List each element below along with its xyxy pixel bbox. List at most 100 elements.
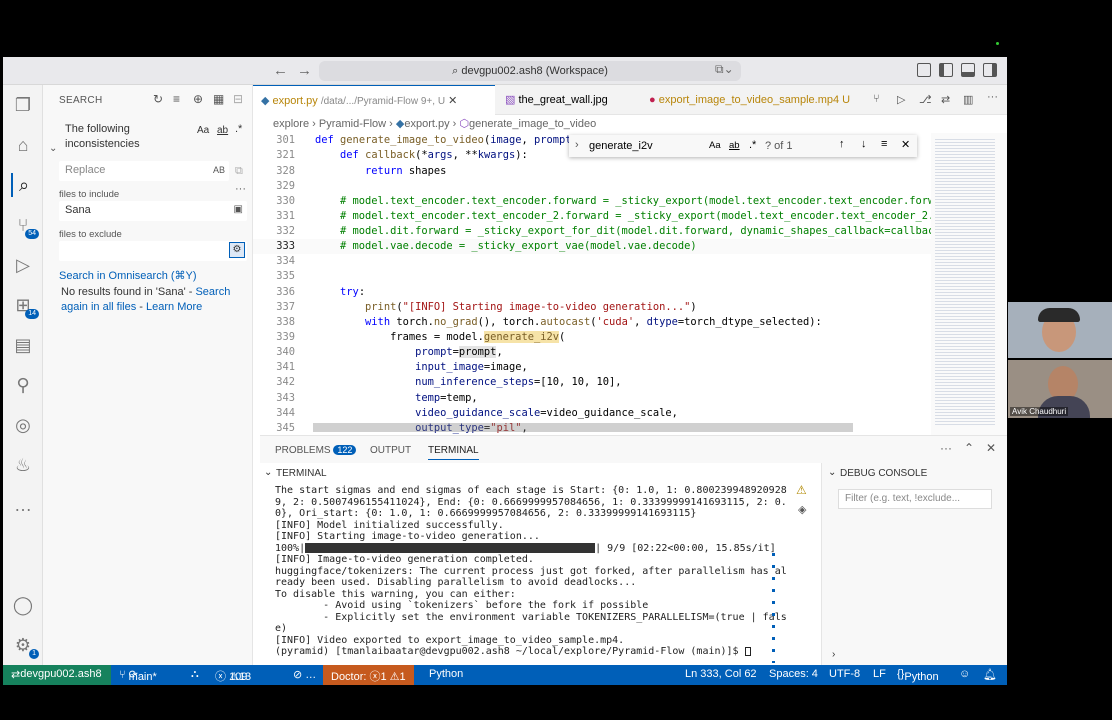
find-in-selection-icon[interactable]: ≡ [881,138,887,150]
feedback-icon[interactable]: ☺ [959,668,970,680]
breadcrumb: explore › Pyramid-Flow › ◆export.py › ⬡g… [253,115,1007,133]
breadcrumb-item[interactable]: Pyramid-Flow [319,118,386,130]
files-exclude-input[interactable]: ⚙ [59,241,247,261]
copilot-icon[interactable]: ⧉⌄ [715,62,734,77]
copilot-icon[interactable]: ◎ [11,413,35,437]
regex-icon[interactable]: .* [235,122,242,137]
command-center[interactable]: ⌕ devgpu002.ash8 (Workspace) [319,61,741,81]
more-actions-icon[interactable]: ··· [987,91,998,103]
doctor-indicator[interactable]: Doctor: ⓧ1 ⚠1 [323,665,414,685]
match-word-icon[interactable]: ab [729,140,740,151]
files-include-input[interactable]: Sana ▣ [59,201,247,221]
find-input[interactable]: generate_i2v [589,140,653,152]
previous-match-icon[interactable]: ↑ [839,138,845,150]
chevron-right-icon[interactable]: › [575,139,579,151]
source-control-icon[interactable]: ⑂ 54 [11,213,39,239]
branch-indicator[interactable]: ⑂ main* ⟳ [119,668,157,683]
tree-icon[interactable]: ⚲ [11,373,35,397]
match-case-icon[interactable]: Aa [709,140,721,151]
code-editor[interactable]: 301 def generate_image_to_video(image, pr… [253,133,933,435]
cursor-position[interactable]: Ln 333, Col 62 [685,668,757,680]
notification-icon[interactable]: ⊘ … [293,668,316,681]
notebook-icon[interactable]: ▤ [11,333,35,357]
open-editors-only-icon[interactable]: ▣ [234,204,243,215]
line-number: 342 [276,376,295,388]
breadcrumb-item[interactable]: generate_image_to_video [469,118,596,130]
match-case-icon[interactable]: Aa [197,123,209,138]
terminal-tool-icon[interactable]: ◈ [798,503,806,516]
chevron-down-icon[interactable]: ⌄ [264,467,272,478]
problems-indicator[interactable]: ⓧ 109 ⚠ 13 [215,668,251,684]
chevron-down-icon[interactable]: ⌄ [828,467,836,478]
debug-filter-input[interactable]: Filter (e.g. text, !exclude... [838,489,992,509]
close-icon[interactable]: ✕ [901,138,910,151]
debug-icon[interactable]: ⎇ [919,93,932,106]
preserve-case-icon[interactable]: AB [213,165,225,175]
editor-tabs: ◆ export.py /data/.../Pyramid-Flow 9+, U… [253,85,1007,115]
language-mode[interactable]: {} Python [897,668,939,683]
maximize-panel-icon[interactable]: ⌃ [964,441,974,455]
collapse-all-icon[interactable]: ⊟ [233,92,243,106]
tab-great-wall-jpg[interactable]: ▧ the_great_wall.jpg [497,85,616,115]
customize-layout-icon[interactable] [917,63,931,77]
tab-export-mp4[interactable]: ● export_image_to_video_sample.mp4 U [641,85,858,115]
extensions-icon[interactable]: ⊞ 14 [11,293,39,319]
toggle-secondary-sidebar-icon[interactable] [983,63,997,77]
flame-icon[interactable]: ♨ [11,453,35,477]
line-number: 333 [276,240,295,252]
horizontal-scrollbar[interactable] [313,423,853,432]
more-icon[interactable]: … [11,493,35,517]
settings-gear-icon[interactable]: ⚙ 1 [11,633,39,659]
toggle-panel-icon[interactable] [961,63,975,77]
chevron-down-icon[interactable]: ⌄ [49,143,57,154]
remote-indicator[interactable]: ⇄ devgpu002.ash8 [3,665,111,685]
learn-more-link[interactable]: Learn More [146,301,202,313]
next-match-icon[interactable]: ↓ [861,138,867,150]
warning-icon[interactable]: ⚠ [796,483,807,497]
close-icon[interactable]: ✕ [986,441,996,455]
tab-export-py[interactable]: ◆ export.py /data/.../Pyramid-Flow 9+, U… [253,85,495,115]
replace-input[interactable]: Replace AB [59,161,229,181]
back-arrow-icon[interactable]: ← [273,62,288,79]
end-of-line[interactable]: LF [873,668,886,680]
home-icon[interactable]: ⌂ [11,133,35,157]
minimap[interactable] [931,133,1007,435]
omnisearch-link[interactable]: Search in Omnisearch (⌘Y) [59,269,197,282]
terminal-panel[interactable]: ⌄ TERMINAL The start sigmas and end sigm… [260,463,820,665]
explorer-icon[interactable]: ❐ [11,93,35,117]
account-icon[interactable]: ◯ [11,593,35,617]
close-icon[interactable]: ✕ [448,95,457,107]
use-exclude-settings-icon[interactable]: ⚙ [229,242,245,258]
indentation[interactable]: Spaces: 4 [769,668,818,680]
open-changes-icon[interactable]: ⇄ [941,93,950,106]
regex-icon[interactable]: .* [749,139,756,151]
match-word-icon[interactable]: ab [217,123,228,138]
ellipsis-icon[interactable]: ··· [235,183,246,195]
breadcrumb-item[interactable]: export.py [404,118,449,130]
breadcrumb-item[interactable]: explore [273,118,309,130]
tab-output[interactable]: OUTPUT [370,445,411,456]
forward-arrow-icon[interactable]: → [297,62,312,79]
new-search-editor-icon[interactable]: ⊕ [193,92,203,106]
clear-results-icon[interactable]: ≡ [173,92,180,106]
more-actions-icon[interactable]: ··· [940,441,952,455]
ports-icon[interactable]: ⛬ [191,668,199,681]
toggle-sidebar-icon[interactable] [939,63,953,77]
run-icon[interactable]: ▷ [897,93,905,106]
split-editor-icon[interactable]: ▥ [963,93,973,106]
refresh-icon[interactable]: ↻ [153,92,163,106]
replace-all-icon[interactable]: ⧉ [235,165,243,178]
view-as-tree-icon[interactable]: ▦ [213,92,224,106]
tab-terminal[interactable]: TERMINAL [428,445,479,460]
run-debug-icon[interactable]: ▷ [11,253,35,277]
search-input[interactable]: The following inconsistencies Aa ab .* [59,119,247,157]
files-exclude-label: files to exclude [59,229,122,240]
chevron-right-icon[interactable]: › [832,649,835,660]
tab-problems[interactable]: PROBLEMS 122 [275,445,357,456]
source-control-icon[interactable]: ⑂ [873,93,880,105]
search-icon[interactable]: ⌕ [11,173,35,197]
encoding[interactable]: UTF-8 [829,668,860,680]
bell-icon[interactable]: 🔔︎ [983,668,997,681]
code-line: 332 # model.dit.forward = _sticky_export… [253,224,933,239]
python-interpreter[interactable]: Python [429,668,463,680]
